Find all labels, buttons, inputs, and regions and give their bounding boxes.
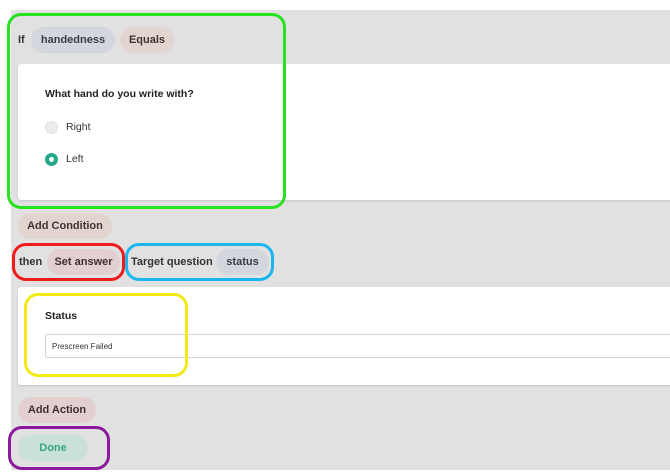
target-question-chip[interactable]: status: [216, 249, 269, 275]
condition-operator-chip[interactable]: Equals: [120, 27, 174, 53]
target-question-label: Target question: [131, 256, 213, 268]
status-field-label: Status: [45, 310, 78, 322]
radio-right-label[interactable]: Right: [66, 121, 91, 134]
if-keyword: If: [18, 34, 25, 46]
add-condition-button[interactable]: Add Condition: [18, 213, 112, 239]
add-action-button[interactable]: Add Action: [18, 397, 96, 423]
radio-right[interactable]: [45, 121, 58, 134]
done-button[interactable]: Done: [18, 435, 88, 461]
question-title: What hand do you write with?: [45, 88, 194, 100]
status-input[interactable]: [45, 334, 670, 358]
action-type-chip[interactable]: Set answer: [47, 249, 120, 275]
then-keyword: then: [19, 256, 43, 268]
question-card: [18, 64, 670, 200]
radio-left-label[interactable]: Left: [66, 153, 84, 166]
condition-field-chip[interactable]: handedness: [31, 27, 115, 53]
radio-left[interactable]: [45, 153, 58, 166]
